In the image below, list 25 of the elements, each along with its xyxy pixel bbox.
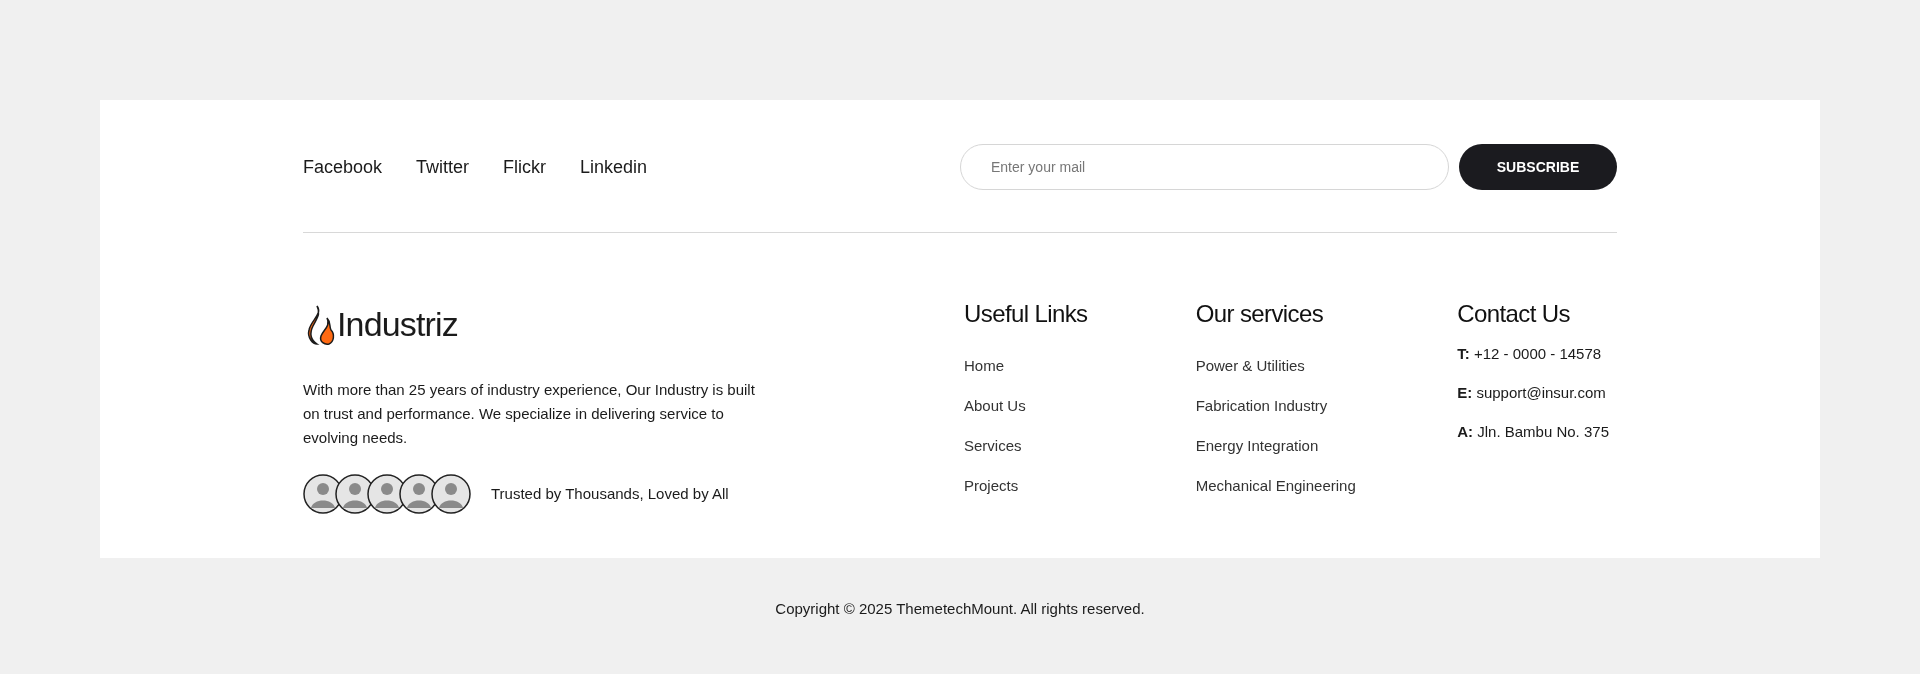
email-input-field[interactable]: Enter your mail <box>960 144 1449 190</box>
copyright-text: Copyright © 2025 ThemetechMount. All rights reserved. <box>775 599 1145 619</box>
brand-description: With more than 25 years of industry experience, Our Industry is built on trust and performance. We specialize in delivering service to evolving needs. <box>303 380 756 448</box>
column-heading: Our services <box>1195 299 1325 329</box>
social-link[interactable]: Facebook <box>303 153 383 181</box>
social-link[interactable]: Twitter <box>416 153 470 181</box>
contact-detail: E: support@insur.com <box>1457 383 1607 403</box>
footer-link[interactable]: Fabrication Industry <box>1195 395 1458 417</box>
contact-detail: A: Jln. Bambu No. 375 <box>1457 422 1610 442</box>
avatar-silhouette-icon <box>431 474 471 514</box>
contact-detail: T: +12 - 0000 - 14578 <box>1457 344 1603 364</box>
subscribe-button[interactable]: SUBSCRIBE <box>1459 144 1617 190</box>
social-link[interactable]: Linkedin <box>580 153 648 181</box>
column-heading: Useful Links <box>964 299 1089 329</box>
footer-link[interactable]: Home <box>964 355 1196 377</box>
column-heading: Contact Us <box>1457 299 1571 329</box>
trust-text: Trusted by Thousands, Loved by All <box>491 483 729 504</box>
footer-link[interactable]: Power & Utilities <box>1195 355 1458 377</box>
brand-name: Industriz <box>337 304 458 345</box>
footer-link[interactable]: Projects <box>964 475 1196 497</box>
footer-link[interactable]: About Us <box>964 395 1196 417</box>
footer-link[interactable]: Mechanical Engineering <box>1195 475 1458 497</box>
social-link[interactable]: Flickr <box>503 153 547 181</box>
footer-link[interactable]: Services <box>964 435 1196 457</box>
footer-link[interactable]: Energy Integration <box>1195 435 1458 457</box>
